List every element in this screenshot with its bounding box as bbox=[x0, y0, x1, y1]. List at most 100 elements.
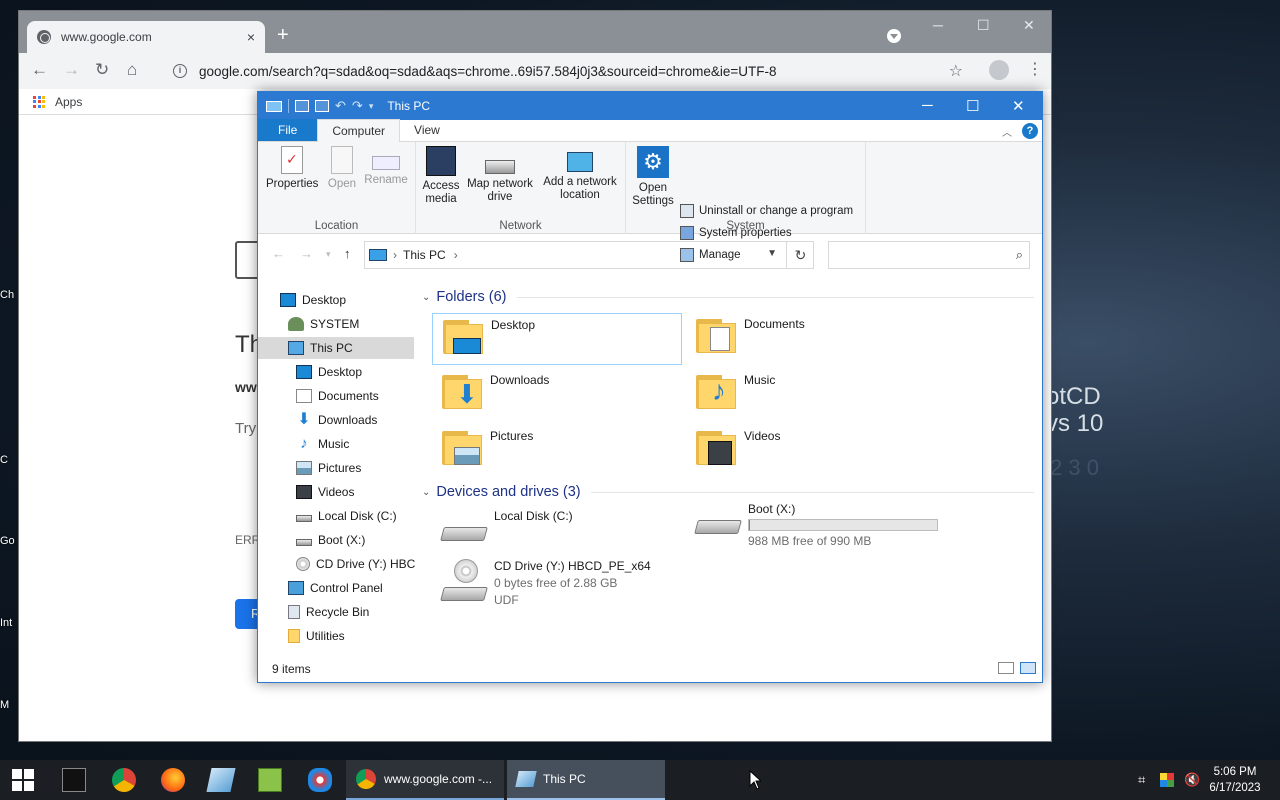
recent-locations-icon[interactable]: ▾ bbox=[326, 249, 331, 260]
notes-icon[interactable] bbox=[258, 768, 282, 792]
nav-item-cd-drive[interactable]: CD Drive (Y:) HBC bbox=[296, 553, 415, 575]
folder-tile-music[interactable]: ♪ Music bbox=[686, 369, 936, 421]
nav-item-videos[interactable]: Videos bbox=[296, 481, 354, 503]
up-icon[interactable]: ↑ bbox=[344, 246, 351, 261]
desktop-icon-label[interactable]: C bbox=[0, 454, 8, 466]
volume-muted-icon[interactable]: 🔇 bbox=[1184, 772, 1200, 788]
help-icon[interactable]: ? bbox=[1022, 123, 1038, 139]
nav-item-local-disk[interactable]: Local Disk (C:) bbox=[296, 505, 397, 527]
nav-item-recycle-bin[interactable]: Recycle Bin bbox=[288, 601, 369, 623]
nav-item-desktop-2[interactable]: Desktop bbox=[296, 361, 362, 383]
videos-icon bbox=[296, 485, 312, 499]
tab-close-button[interactable]: × bbox=[247, 29, 255, 45]
chevron-down-icon[interactable]: ▼ bbox=[767, 248, 777, 259]
explorer-title-bar[interactable]: ↶ ↷ ▾ This PC ─ ☐ ✕ bbox=[258, 92, 1042, 120]
star-icon[interactable]: ☆ bbox=[949, 61, 963, 81]
properties-button[interactable]: ✓ Properties bbox=[266, 146, 318, 191]
terminal-icon[interactable] bbox=[62, 768, 86, 792]
forward-icon[interactable]: → bbox=[300, 246, 313, 261]
desktop-icon-label[interactable]: Go bbox=[0, 535, 15, 547]
tab-file[interactable]: File bbox=[258, 119, 318, 141]
back-icon[interactable]: ← bbox=[31, 60, 48, 80]
breadcrumb[interactable]: This PC bbox=[403, 248, 446, 262]
properties-icon: ✓ bbox=[281, 146, 303, 174]
refresh-icon[interactable]: ↻ bbox=[786, 242, 814, 268]
paint-icon[interactable] bbox=[308, 768, 332, 792]
properties-icon[interactable] bbox=[295, 100, 309, 112]
forward-icon[interactable]: → bbox=[63, 60, 80, 80]
nav-item-utilities[interactable]: Utilities bbox=[288, 625, 345, 647]
chevron-down-icon[interactable]: ⌄ bbox=[422, 292, 430, 303]
rename-button[interactable]: Rename bbox=[364, 146, 408, 187]
nav-item-documents[interactable]: Documents bbox=[296, 385, 379, 407]
network-icon[interactable]: ⌗ bbox=[1138, 772, 1145, 788]
maximize-icon[interactable]: ☐ bbox=[977, 17, 990, 34]
new-folder-icon[interactable] bbox=[315, 100, 329, 112]
map-network-drive-button[interactable]: Map network drive bbox=[464, 146, 536, 204]
close-icon[interactable]: ✕ bbox=[1023, 17, 1035, 34]
drive-tile-c[interactable]: Local Disk (C:) bbox=[432, 509, 682, 549]
apps-icon[interactable] bbox=[33, 95, 45, 108]
windows-start-icon[interactable] bbox=[12, 769, 34, 791]
taskbar-explorer-window[interactable]: This PC bbox=[507, 760, 665, 800]
new-tab-button[interactable]: + bbox=[277, 25, 289, 45]
drive-tile-y[interactable]: CD Drive (Y:) HBCD_PE_x64 0 bytes free o… bbox=[432, 559, 682, 609]
nav-item-downloads[interactable]: ⬇ Downloads bbox=[296, 409, 377, 431]
redo-icon[interactable]: ↷ bbox=[352, 98, 363, 114]
folder-tile-downloads[interactable]: ⬇ Downloads bbox=[432, 369, 682, 421]
info-icon[interactable]: i bbox=[173, 64, 187, 78]
open-button[interactable]: Open bbox=[324, 146, 360, 191]
folder-tile-desktop[interactable]: Desktop bbox=[432, 313, 682, 365]
notepad-icon[interactable] bbox=[206, 768, 236, 792]
taskbar-clock[interactable]: 5:06 PM 6/17/2023 bbox=[1204, 764, 1266, 796]
address-box[interactable]: › This PC › ▼ bbox=[364, 241, 814, 269]
tab-search-icon[interactable] bbox=[887, 29, 901, 43]
explorer-body: Desktop SYSTEM This PC Desktop Documents… bbox=[258, 275, 1042, 655]
nav-item-music[interactable]: ♪ Music bbox=[296, 433, 349, 455]
nav-item-this-pc[interactable]: This PC bbox=[258, 337, 414, 359]
maximize-icon[interactable]: ☐ bbox=[966, 97, 979, 115]
nav-item-system[interactable]: SYSTEM bbox=[288, 313, 359, 335]
details-view-icon[interactable] bbox=[998, 662, 1014, 674]
folders-section-header[interactable]: ⌄ Folders (6) bbox=[422, 289, 1034, 305]
tab-computer[interactable]: Computer bbox=[317, 119, 401, 142]
access-media-button[interactable]: Access media bbox=[420, 146, 462, 206]
drive-tile-x[interactable]: Boot (X:) 988 MB free of 990 MB bbox=[686, 502, 938, 548]
back-icon[interactable]: ← bbox=[272, 246, 285, 261]
reload-icon[interactable]: ↻ bbox=[95, 60, 109, 80]
firefox-icon[interactable] bbox=[161, 768, 185, 792]
desktop-icon-label[interactable]: Ch bbox=[0, 289, 14, 301]
profile-icon[interactable] bbox=[989, 60, 1009, 80]
nav-item-control-panel[interactable]: Control Panel bbox=[288, 577, 383, 599]
customize-icon[interactable]: ▾ bbox=[369, 101, 374, 112]
minimize-icon[interactable]: ─ bbox=[922, 97, 933, 114]
chrome-icon[interactable] bbox=[112, 768, 136, 792]
devices-section-header[interactable]: ⌄ Devices and drives (3) bbox=[422, 484, 1034, 500]
desktop-icon-label[interactable]: Int bbox=[0, 617, 12, 629]
apps-bookmark[interactable]: Apps bbox=[55, 95, 82, 109]
minimize-icon[interactable]: ─ bbox=[933, 17, 943, 33]
add-network-location-button[interactable]: Add a network location bbox=[538, 146, 622, 202]
nav-item-boot[interactable]: Boot (X:) bbox=[296, 529, 365, 551]
desktop-icon-label[interactable]: M bbox=[0, 699, 9, 711]
menu-icon[interactable]: ⋮ bbox=[1027, 59, 1043, 79]
folder-tile-documents[interactable]: Documents bbox=[686, 313, 936, 365]
browser-tab[interactable]: www.google.com × bbox=[27, 21, 265, 53]
tab-view[interactable]: View bbox=[400, 119, 454, 141]
open-settings-button[interactable]: ⚙ Open Settings bbox=[630, 146, 676, 208]
folder-tile-videos[interactable]: Videos bbox=[686, 425, 936, 477]
chevron-down-icon[interactable]: ⌄ bbox=[422, 487, 430, 498]
uninstall-program-button[interactable]: Uninstall or change a program bbox=[680, 204, 853, 218]
nav-item-pictures[interactable]: Pictures bbox=[296, 457, 361, 479]
folder-tile-pictures[interactable]: Pictures bbox=[432, 425, 682, 477]
nav-item-desktop[interactable]: Desktop bbox=[280, 289, 346, 311]
search-input[interactable]: ⌕ bbox=[828, 241, 1030, 269]
address-bar[interactable]: i google.com/search?q=sdad&oq=sdad&aqs=c… bbox=[167, 57, 967, 85]
collapse-ribbon-icon[interactable]: ︿ bbox=[1002, 124, 1012, 139]
large-icons-view-icon[interactable] bbox=[1020, 662, 1036, 674]
display-icon[interactable] bbox=[1160, 773, 1174, 787]
home-icon[interactable]: ⌂ bbox=[127, 60, 137, 80]
close-icon[interactable]: ✕ bbox=[1012, 97, 1025, 115]
taskbar-chrome-window[interactable]: www.google.com -... bbox=[346, 760, 504, 800]
undo-icon[interactable]: ↶ bbox=[335, 98, 346, 114]
